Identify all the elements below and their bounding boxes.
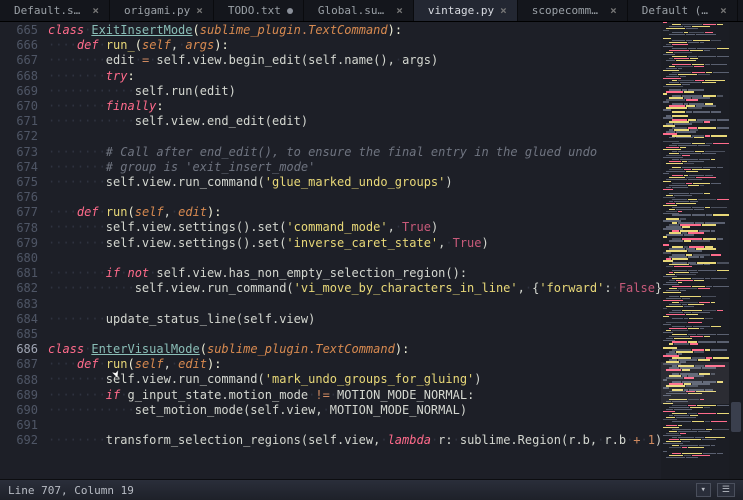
tab-default--wind[interactable]: Default (Wind ×	[628, 0, 738, 21]
close-icon[interactable]: ×	[196, 4, 203, 17]
line-number: 666	[0, 38, 38, 53]
code-line[interactable]	[48, 129, 661, 144]
tab-bar: Default.sublim × origami.py × TODO.txt Global…	[0, 0, 743, 22]
code-line[interactable]	[48, 296, 661, 311]
line-number: 684	[0, 312, 38, 327]
scroll-thumb[interactable]	[731, 402, 741, 432]
minimap-viewport[interactable]	[661, 362, 729, 404]
line-number: 673	[0, 145, 38, 160]
status-bar: Line 707, Column 19 ▾ ☰	[0, 479, 743, 500]
close-icon[interactable]: ×	[720, 4, 727, 17]
tab-label: scopecommand	[532, 4, 604, 17]
line-number: 688	[0, 373, 38, 388]
code-line[interactable]: ········if·not·self.view.has_non_empty_s…	[48, 266, 661, 281]
code-line[interactable]: ····def·run(self,·edit):	[48, 357, 661, 372]
tab-label: Global.sublime	[318, 4, 390, 17]
cursor-position-status: Line 707, Column 19	[8, 484, 134, 497]
line-number: 687	[0, 357, 38, 372]
chevron-down-icon: ▾	[701, 485, 706, 495]
line-number: 672	[0, 129, 38, 144]
line-number: 671	[0, 114, 38, 129]
tab-global-sublime[interactable]: Global.sublime ×	[304, 0, 414, 21]
editor: 6656666676686696706716726736746756766776…	[0, 22, 743, 479]
code-line[interactable]: ········self.view.run_command('glue_mark…	[48, 175, 661, 190]
minimap[interactable]	[661, 22, 729, 479]
line-number: 678	[0, 221, 38, 236]
code-line[interactable]: ············self.run(edit)	[48, 84, 661, 99]
code-line[interactable]	[48, 251, 661, 266]
line-number: 674	[0, 160, 38, 175]
line-number: 679	[0, 236, 38, 251]
line-number: 686	[0, 342, 38, 357]
code-line[interactable]: ········try:	[48, 69, 661, 84]
line-number: 669	[0, 84, 38, 99]
code-line[interactable]: ····def·run_(self,·args):	[48, 38, 661, 53]
line-number: 667	[0, 53, 38, 68]
code-area[interactable]: class·ExitInsertMode(sublime_plugin.Text…	[48, 22, 661, 479]
line-number-gutter: 6656666676686696706716726736746756766776…	[0, 22, 48, 479]
line-number: 677	[0, 205, 38, 220]
tab-size-button[interactable]: ☰	[717, 483, 735, 497]
close-icon[interactable]: ×	[92, 4, 99, 17]
code-line[interactable]: ········# Call after end_edit(), to ensu…	[48, 145, 661, 160]
line-number: 692	[0, 433, 38, 448]
code-line[interactable]: ········self.view.settings().set('invers…	[48, 236, 661, 251]
line-number: 682	[0, 281, 38, 296]
tab-label: origami.py	[124, 4, 190, 17]
status-dropdown-button[interactable]: ▾	[696, 483, 711, 497]
tab-label: Default (Wind	[642, 4, 714, 17]
close-icon[interactable]: ×	[610, 4, 617, 17]
code-line[interactable]: class·ExitInsertMode(sublime_plugin.Text…	[48, 23, 661, 38]
code-line[interactable]: ············self.view.run_command('vi_mo…	[48, 281, 661, 296]
code-line[interactable]: ············self.view.end_edit(edit)	[48, 114, 661, 129]
code-line[interactable]: ········finally:	[48, 99, 661, 114]
line-number: 668	[0, 69, 38, 84]
close-icon[interactable]: ×	[396, 4, 403, 17]
line-number: 691	[0, 418, 38, 433]
line-number: 689	[0, 388, 38, 403]
code-line[interactable]: ········# group is 'exit_insert_mode'	[48, 160, 661, 175]
tab-todo-txt[interactable]: TODO.txt	[214, 0, 304, 21]
dirty-indicator-icon	[287, 8, 293, 14]
code-line[interactable]: ········self.view.run_command('mark_undo…	[48, 372, 661, 387]
vertical-scrollbar[interactable]	[729, 22, 743, 479]
code-line[interactable]: ········self.view.settings().set('comman…	[48, 220, 661, 235]
code-line[interactable]: ····def·run(self,·edit):	[48, 205, 661, 220]
tab-label: Default.sublim	[14, 4, 86, 17]
tab-vintage-py[interactable]: vintage.py ×	[414, 0, 518, 21]
line-number: 680	[0, 251, 38, 266]
code-line[interactable]	[48, 190, 661, 205]
code-line[interactable]: class·EnterVisualMode(sublime_plugin.Tex…	[48, 342, 661, 357]
tab-origami-py[interactable]: origami.py ×	[110, 0, 214, 21]
close-icon[interactable]: ×	[500, 4, 507, 17]
line-number: 670	[0, 99, 38, 114]
code-line[interactable]	[48, 327, 661, 342]
code-line[interactable]: ········if·g_input_state.motion_mode·!=·…	[48, 388, 661, 403]
line-number: 690	[0, 403, 38, 418]
line-number: 685	[0, 327, 38, 342]
code-line[interactable]	[48, 418, 661, 433]
code-line[interactable]: ············set_motion_mode(self.view,·M…	[48, 403, 661, 418]
tab-label: vintage.py	[428, 4, 494, 17]
code-line[interactable]: ········edit·=·self.view.begin_edit(self…	[48, 53, 661, 68]
tab-label: TODO.txt	[228, 4, 281, 17]
line-number: 675	[0, 175, 38, 190]
line-number: 681	[0, 266, 38, 281]
spacing-icon: ☰	[722, 485, 730, 495]
tab-scopecommand[interactable]: scopecommand ×	[518, 0, 628, 21]
tab-default-sublim[interactable]: Default.sublim ×	[0, 0, 110, 21]
code-line[interactable]: ········update_status_line(self.view)	[48, 312, 661, 327]
line-number: 683	[0, 297, 38, 312]
code-line[interactable]: ········transform_selection_regions(self…	[48, 433, 661, 448]
line-number: 676	[0, 190, 38, 205]
line-number: 665	[0, 23, 38, 38]
